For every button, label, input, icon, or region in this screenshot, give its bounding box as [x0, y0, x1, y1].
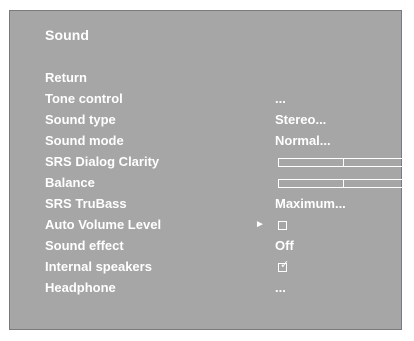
auto-volume-checkbox[interactable]: [278, 221, 287, 230]
menu-item-label: Tone control: [45, 91, 123, 106]
menu-item-label: Return: [45, 70, 87, 85]
menu-item-label: SRS TruBass: [45, 196, 127, 211]
internal-speakers-checkbox[interactable]: ✓: [278, 259, 290, 272]
menu-item-sound-mode[interactable]: Sound mode Normal...: [10, 131, 401, 152]
srs-dialog-clarity-slider[interactable]: [278, 158, 408, 167]
menu-item-label: Sound mode: [45, 133, 124, 148]
menu-item-srs-dialog-clarity[interactable]: SRS Dialog Clarity: [10, 152, 408, 173]
menu-item-value: Normal...: [275, 133, 331, 148]
menu-item-label: Auto Volume Level: [45, 217, 162, 232]
menu-item-value: Maximum...: [275, 196, 346, 211]
menu-item-value: Stereo...: [275, 112, 327, 127]
menu-item-label: Internal speakers: [45, 259, 152, 274]
menu-item-balance[interactable]: Balance: [10, 173, 408, 194]
menu-item-tone-control[interactable]: Tone control ...: [10, 89, 401, 110]
slider-indicator: [343, 158, 344, 167]
menu-item-value: ...: [275, 280, 286, 295]
slider-indicator: [343, 179, 344, 188]
balance-slider[interactable]: [278, 179, 408, 188]
menu-item-label: Sound effect: [45, 238, 124, 253]
menu-item-value: ...: [275, 91, 286, 106]
menu-item-label: Balance: [45, 175, 95, 190]
menu-item-headphone[interactable]: Headphone ...: [10, 278, 401, 299]
selection-arrow-icon: ►: [255, 219, 265, 230]
menu-item-internal-speakers[interactable]: Internal speakers ✓: [10, 257, 401, 278]
menu-item-label: Headphone: [45, 280, 116, 295]
menu-item-label: Sound type: [45, 112, 116, 127]
checkmark-icon: ✓: [280, 259, 290, 271]
menu-item-return[interactable]: Return: [10, 68, 401, 89]
menu-item-label: SRS Dialog Clarity: [45, 154, 160, 169]
menu-item-value: Off: [275, 238, 294, 253]
menu-item-srs-trubass[interactable]: SRS TruBass Maximum...: [10, 194, 401, 215]
menu-title: Sound: [45, 27, 90, 43]
menu-item-sound-type[interactable]: Sound type Stereo...: [10, 110, 401, 131]
menu-item-sound-effect[interactable]: Sound effect Off: [10, 236, 401, 257]
menu-item-auto-volume-level[interactable]: Auto Volume Level ►: [10, 215, 401, 236]
sound-menu-panel: Sound Return Tone control ... Sound type…: [9, 10, 408, 330]
